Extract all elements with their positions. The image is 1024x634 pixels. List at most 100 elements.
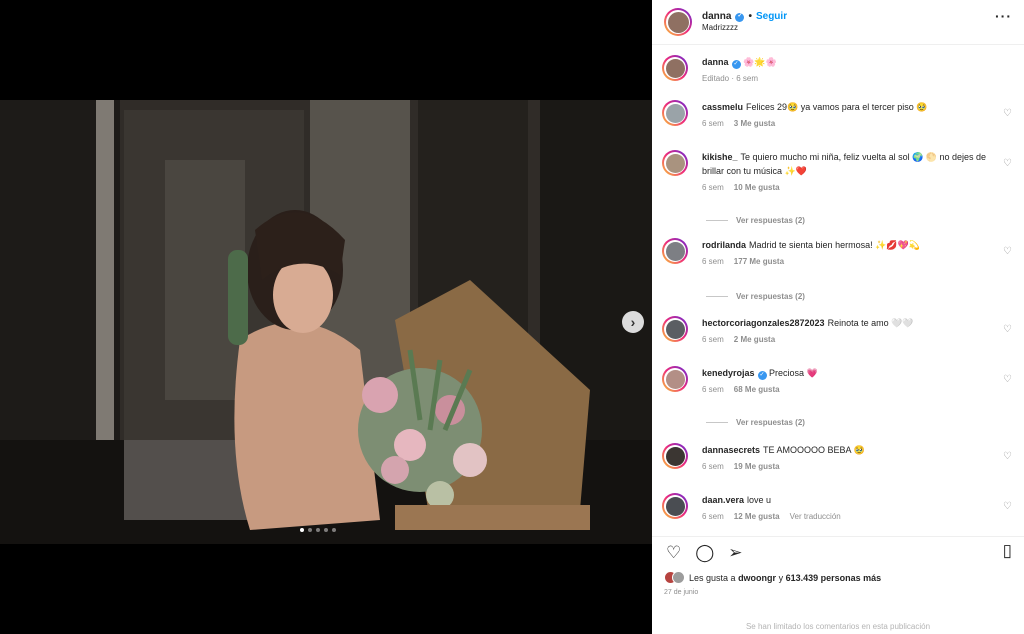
post-location[interactable]: Madrizzzz [702,23,787,33]
caption-row: danna ✓ 🌸🌟🌸 Editado · 6 sem [662,55,1014,83]
commenter-avatar[interactable] [662,100,688,126]
likes-prefix: Les gusta a [689,572,736,583]
verified-badge-icon: ✓ [735,12,745,22]
carousel-dot [316,528,320,532]
verified-badge-icon: ✓ [757,370,767,380]
replies-line [706,296,728,297]
replies-line [706,422,728,423]
comment-time: 6 sem [702,385,724,394]
comment-username[interactable]: cassmelu [702,102,743,112]
author-avatar[interactable] [664,8,692,36]
likes-summary[interactable]: Les gusta a dwoongr y 613.439 personas m… [652,563,1024,584]
commenter-avatar[interactable] [662,238,688,264]
comment-likes[interactable]: 2 Me gusta [734,335,775,344]
author-username[interactable]: danna [702,11,731,24]
comments-list[interactable]: danna ✓ 🌸🌟🌸 Editado · 6 sem cassmelu Felic… [652,50,1024,536]
comment-like-icon[interactable]: ♡ [1003,501,1012,512]
carousel-dot [332,528,336,532]
likes-middle: y [778,572,784,583]
comment-time: 6 sem [702,462,724,471]
comment-username[interactable]: rodrilanda [702,240,746,250]
carousel-dot [308,528,312,532]
verified-badge-icon: ✓ [731,59,741,69]
caption-username[interactable]: danna [702,57,729,67]
comment-like-icon[interactable]: ♡ [1003,324,1012,335]
commenter-avatar[interactable] [662,150,688,176]
comment-likes[interactable]: 19 Me gusta [734,462,780,471]
comment-likes[interactable]: 12 Me gusta [734,512,780,521]
comment-row: dannasecrets TE AMOOOOO BEBA 🥹 6 sem 19 Me … [662,443,1014,471]
comment-row: kenedyrojas ✓ Preciosa 💗 6 sem 68 Me gusta ♡ [662,366,1014,394]
carousel-dot [324,528,328,532]
caption-meta: Editado · 6 sem [702,74,759,83]
comment-row: daan.vera love u 6 sem 12 Me gusta Ver tradu… [662,493,1014,521]
post-actions: ♡ ◯ ➢ ▯ Les gusta a dwoongr y 613.439 pe… [652,536,1024,634]
post-header: danna ✓ • Seguir Madrizzzz ··· [652,0,1024,45]
view-replies-button[interactable]: Ver respuestas (2) [706,216,805,225]
comment-time: 6 sem [702,119,724,128]
comment-like-icon[interactable]: ♡ [1003,108,1012,119]
view-replies-label: Ver respuestas (2) [736,418,805,427]
comment-text: Felices 29🥹 ya vamos para el tercer piso… [746,102,928,112]
likes-count[interactable]: 613.439 personas más [786,573,882,583]
comment-text: Reinota te amo 🤍🤍 [827,318,914,328]
comment-like-icon[interactable]: ♡ [1003,246,1012,257]
next-slide-button[interactable]: › [622,311,644,333]
bookmark-icon[interactable]: ▯ [1003,542,1012,559]
comment-likes[interactable]: 10 Me gusta [734,183,780,192]
more-options-icon[interactable]: ··· [995,8,1012,24]
view-replies-label: Ver respuestas (2) [736,292,805,301]
comment-like-icon[interactable]: ♡ [1003,451,1012,462]
post-side-panel: danna ✓ • Seguir Madrizzzz ··· danna ✓ 🌸🌟… [652,0,1024,634]
comment-icon[interactable]: ◯ [695,544,714,561]
carousel-dot-active [300,528,304,532]
comment-text: love u [747,495,772,505]
commenter-avatar[interactable] [662,493,688,519]
view-replies-label: Ver respuestas (2) [736,216,805,225]
post-date: 27 de junio [664,589,699,596]
instagram-post-view: › danna ✓ • Seguir Madrizzzz ··· danna ✓… [0,0,1024,634]
comment-username[interactable]: kikishe_ [702,152,738,162]
liker-avatars [664,571,685,584]
comment-time: 6 sem [702,512,724,521]
comment-time: 6 sem [702,335,724,344]
comment-row: hectorcoriagonzales2872023 Reinota te amo… [662,316,1014,344]
comment-likes[interactable]: 68 Me gusta [734,385,780,394]
comment-row: cassmelu Felices 29🥹 ya vamos para el ter… [662,100,1014,128]
comments-limited-notice: Se han limitado los comentarios en esta … [745,622,931,631]
author-avatar[interactable] [662,55,688,81]
comment-likes[interactable]: 177 Me gusta [734,257,784,266]
comment-username[interactable]: dannasecrets [702,445,760,455]
comment-like-icon[interactable]: ♡ [1003,158,1012,169]
likes-user[interactable]: dwoongr [738,573,776,583]
comment-likes[interactable]: 3 Me gusta [734,119,775,128]
post-photo[interactable] [0,100,652,544]
comment-row: rodrilanda Madrid te sienta bien hermosa!… [662,238,1014,266]
carousel-dots [300,528,336,532]
commenter-avatar[interactable] [662,366,688,392]
comment-text: Madrid te sienta bien hermosa! ✨💋💖💫 [749,240,920,250]
share-icon[interactable]: ➢ [728,544,742,561]
post-media: › [0,0,652,634]
caption-text: 🌸🌟🌸 [743,57,777,67]
comment-username[interactable]: daan.vera [702,495,744,505]
comment-text: Te quiero mucho mi niña, feliz vuelta al… [702,152,987,176]
commenter-avatar[interactable] [662,316,688,342]
separator-dot: • [748,10,752,22]
comment-username[interactable]: kenedyrojas [702,368,755,378]
view-replies-button[interactable]: Ver respuestas (2) [706,292,805,301]
view-replies-button[interactable]: Ver respuestas (2) [706,418,805,427]
photo-illustration [0,100,652,544]
comment-text: TE AMOOOOO BEBA 🥹 [763,445,865,455]
comment-username[interactable]: hectorcoriagonzales2872023 [702,318,825,328]
replies-line [706,220,728,221]
commenter-avatar[interactable] [662,443,688,469]
comment-time: 6 sem [702,257,724,266]
comment-text: Preciosa 💗 [769,368,818,378]
comment-time: 6 sem [702,183,724,192]
follow-button[interactable]: Seguir [756,11,787,24]
comment-like-icon[interactable]: ♡ [1003,374,1012,385]
like-icon[interactable]: ♡ [666,544,681,561]
comment-row: kikishe_ Te quiero mucho mi niña, feliz v… [662,150,1014,192]
see-translation-link[interactable]: Ver traducción [790,512,841,521]
